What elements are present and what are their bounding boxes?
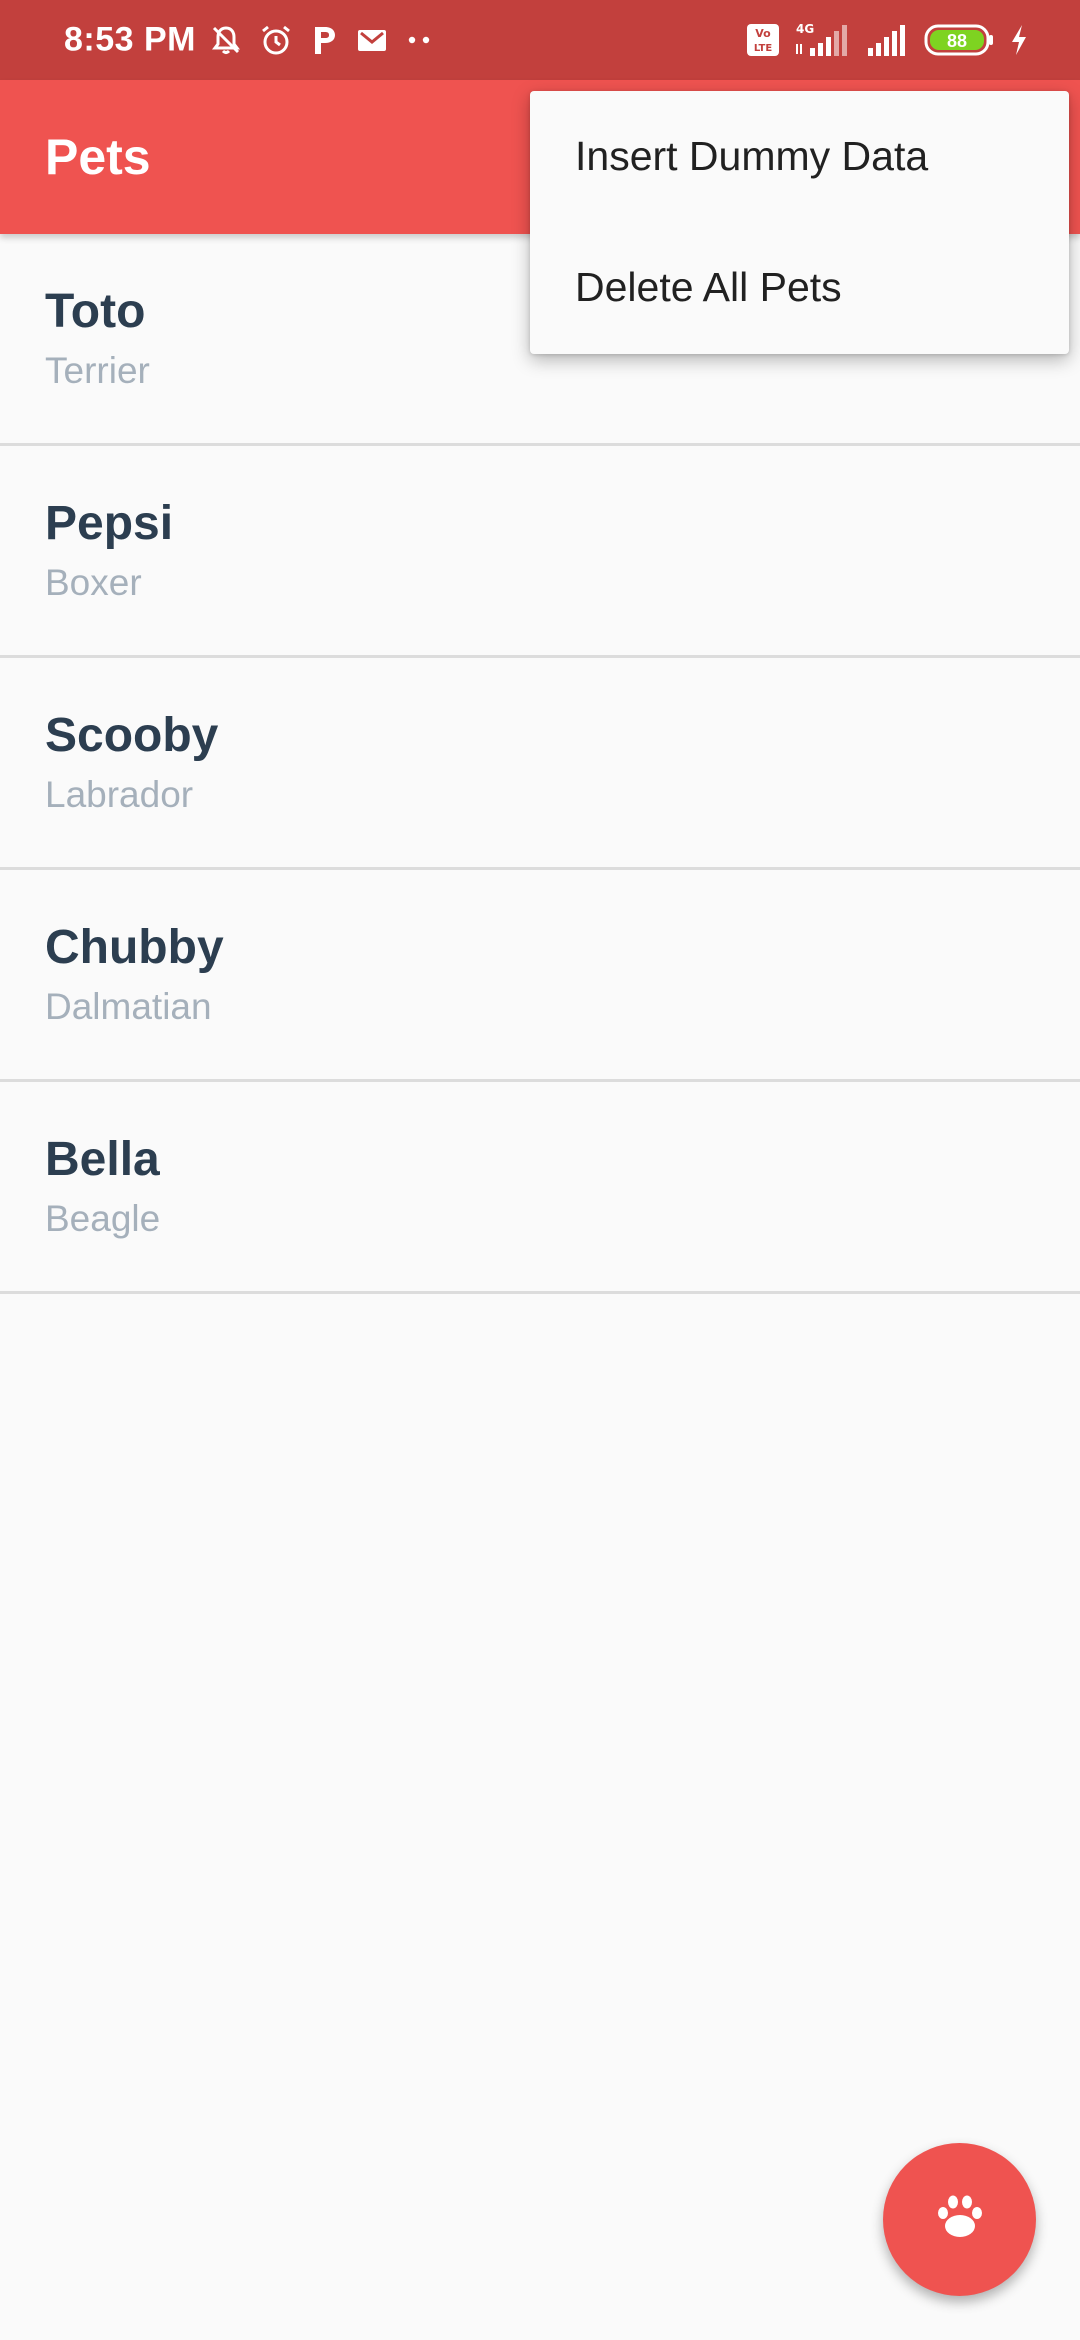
signal-icon: [866, 20, 910, 60]
pet-breed: Dalmatian: [45, 986, 212, 1027]
alarm-icon: [258, 22, 294, 58]
pet-breed: Labrador: [45, 774, 194, 815]
gmail-icon: [354, 22, 390, 58]
pet-name: Chubby: [45, 921, 224, 974]
page-title: Pets: [45, 129, 151, 185]
notifications-muted-icon: [208, 22, 244, 58]
add-pet-button[interactable]: [883, 2143, 1036, 2296]
svg-text:Vo: Vo: [755, 27, 771, 40]
svg-text:LTE: LTE: [754, 43, 773, 54]
status-left-icons: [208, 0, 434, 80]
volte-icon: Vo LTE: [746, 23, 780, 57]
pet-list: Toto Terrier Pepsi Boxer Scooby Labrador…: [0, 234, 1080, 1294]
pet-breed: Beagle: [45, 1198, 161, 1239]
status-bar: 8:53 PM Vo LTE 4G 88: [0, 0, 1080, 80]
status-time: 8:53 PM: [64, 20, 196, 59]
overflow-menu: Insert Dummy Data Delete All Pets: [530, 91, 1069, 354]
pet-breed: Boxer: [45, 562, 142, 603]
pet-name: Bella: [45, 1133, 160, 1186]
list-item-pet[interactable]: Chubby Dalmatian: [0, 870, 1080, 1082]
battery-level: 88: [947, 31, 967, 51]
pet-name: Pepsi: [45, 497, 174, 550]
pet-name: Toto: [45, 285, 146, 338]
charging-icon: [1008, 22, 1030, 58]
menu-item-delete-all-pets[interactable]: Delete All Pets: [530, 222, 1069, 353]
battery-icon: 88: [924, 23, 994, 57]
paw-icon: [932, 2189, 988, 2250]
list-item-pet[interactable]: Bella Beagle: [0, 1082, 1080, 1294]
p-app-icon: [308, 22, 340, 58]
svg-text:4G: 4G: [796, 22, 814, 36]
signal-4g-icon: 4G: [794, 20, 852, 60]
menu-item-insert-dummy-data[interactable]: Insert Dummy Data: [530, 91, 1069, 222]
pet-breed: Terrier: [45, 350, 150, 391]
pet-name: Scooby: [45, 709, 219, 762]
status-right-icons: Vo LTE 4G 88: [746, 0, 1030, 80]
more-dots-icon: [404, 22, 434, 58]
list-item-pet[interactable]: Scooby Labrador: [0, 658, 1080, 870]
list-item-pet[interactable]: Pepsi Boxer: [0, 446, 1080, 658]
